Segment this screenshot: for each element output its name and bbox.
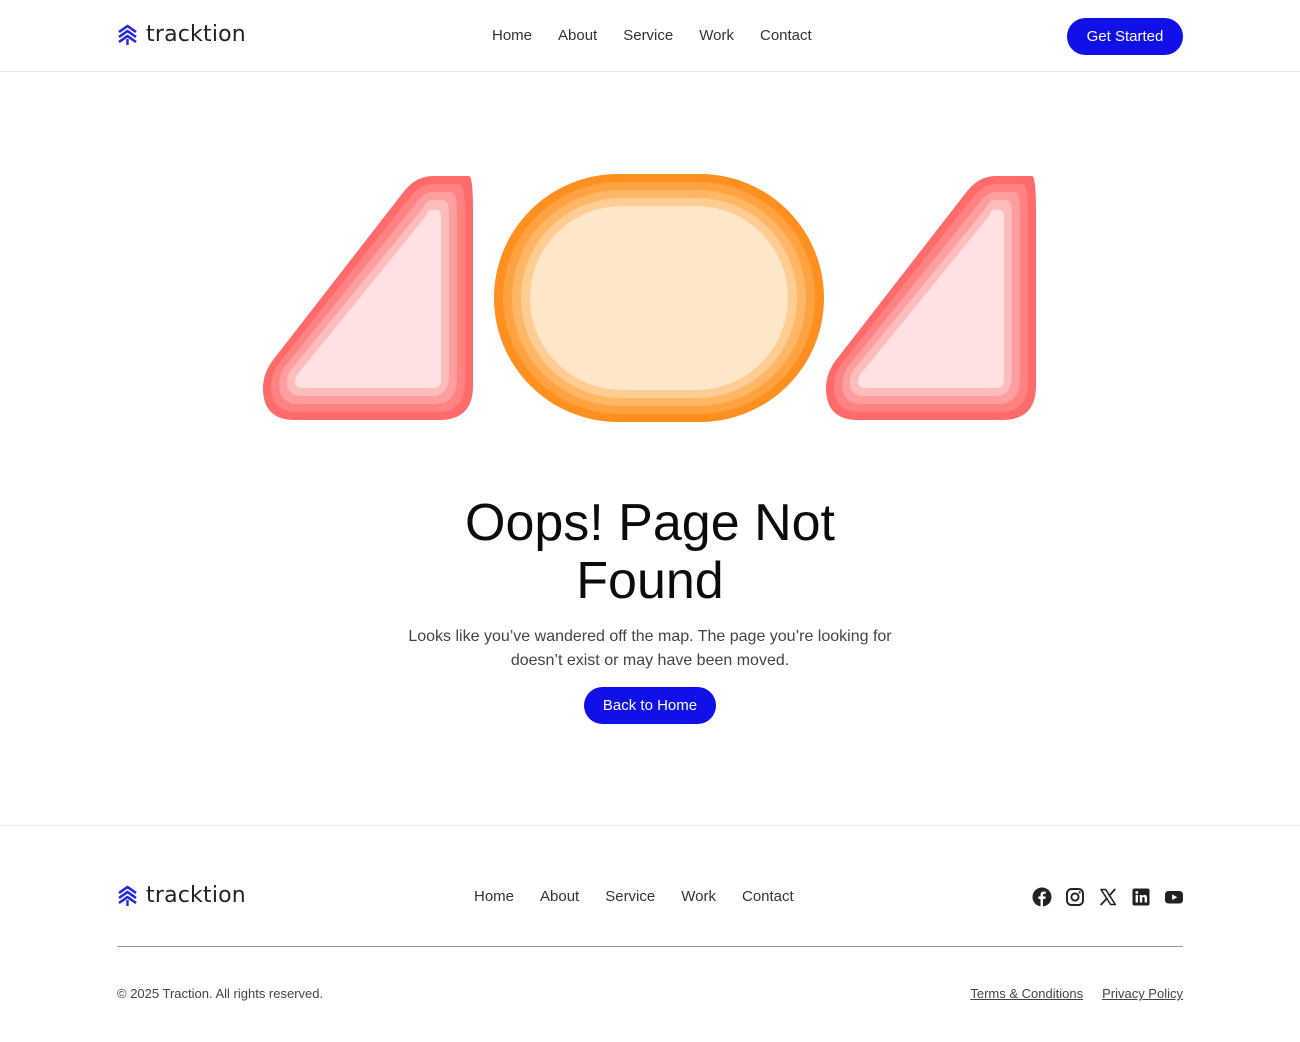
copyright-text: © 2025 Traction. All rights reserved. xyxy=(117,986,324,1001)
legal-links: Terms & Conditions Privacy Policy xyxy=(970,986,1183,1001)
facebook-icon[interactable] xyxy=(1032,887,1052,907)
nav-home[interactable]: Home xyxy=(492,27,532,44)
get-started-button[interactable]: Get Started xyxy=(1067,18,1183,55)
footer-logo-icon xyxy=(118,885,137,906)
back-to-home-button[interactable]: Back to Home xyxy=(584,687,716,724)
footer-nav: Home About Service Work Contact xyxy=(474,888,794,905)
footer-nav-work[interactable]: Work xyxy=(681,888,716,905)
page-title: Oops! Page Not Found xyxy=(350,494,950,610)
page-title-line2: Found xyxy=(576,552,724,610)
nav-contact[interactable]: Contact xyxy=(760,27,812,44)
privacy-link[interactable]: Privacy Policy xyxy=(1102,986,1183,1001)
footer-nav-about[interactable]: About xyxy=(540,888,579,905)
social-links xyxy=(1032,887,1184,907)
footer-divider xyxy=(117,946,1183,947)
brand-name: tracktion xyxy=(146,22,246,47)
404-illustration xyxy=(263,174,1036,422)
nav-about[interactable]: About xyxy=(558,27,597,44)
nav-work[interactable]: Work xyxy=(699,27,734,44)
instagram-icon[interactable] xyxy=(1065,887,1085,907)
logo-icon xyxy=(118,24,137,45)
page-subtitle-line2: doesn’t exist or may have been moved. xyxy=(510,652,790,669)
site-header: tracktion Home About Service Work Contac… xyxy=(0,0,1300,72)
linkedin-icon[interactable] xyxy=(1131,887,1151,907)
page-subtitle-line1: Looks like you’ve wandered off the map. … xyxy=(408,628,892,645)
digit-four-right xyxy=(826,176,1036,420)
youtube-icon[interactable] xyxy=(1164,887,1184,907)
footer-nav-contact[interactable]: Contact xyxy=(742,888,794,905)
page-title-line1: Oops! Page Not xyxy=(465,494,835,552)
page-subtitle: Looks like you’ve wandered off the map. … xyxy=(350,625,950,673)
footer-brand-name: tracktion xyxy=(146,883,246,908)
x-icon[interactable] xyxy=(1098,887,1118,907)
brand-logo[interactable]: tracktion xyxy=(117,22,246,47)
main-nav: Home About Service Work Contact xyxy=(492,27,812,44)
footer-top-border xyxy=(0,825,1300,826)
footer-brand-logo[interactable]: tracktion xyxy=(117,883,246,908)
digit-zero xyxy=(494,174,824,422)
footer-nav-service[interactable]: Service xyxy=(605,888,655,905)
footer-nav-home[interactable]: Home xyxy=(474,888,514,905)
terms-link[interactable]: Terms & Conditions xyxy=(970,986,1083,1001)
digit-four-left xyxy=(263,176,473,420)
nav-service[interactable]: Service xyxy=(623,27,673,44)
